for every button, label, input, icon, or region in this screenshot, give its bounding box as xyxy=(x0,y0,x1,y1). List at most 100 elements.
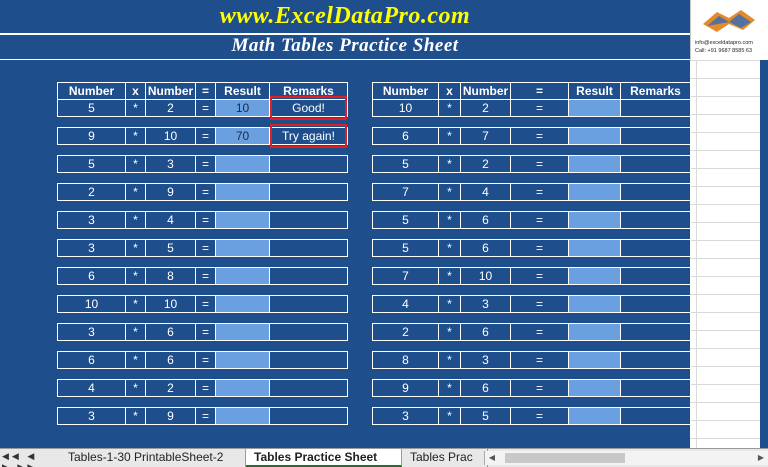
result-input-cell[interactable] xyxy=(215,183,270,201)
number-a-cell: 3 xyxy=(57,211,126,229)
spacer-cell xyxy=(57,340,348,352)
grid-line xyxy=(690,204,768,205)
equals-cell: = xyxy=(195,211,216,229)
number-b-cell: 6 xyxy=(145,323,196,341)
grid-line xyxy=(690,294,768,295)
spacer-cell xyxy=(372,144,691,156)
scroll-right-icon[interactable]: ▶ xyxy=(754,451,768,465)
table-row: 6 * 7 = xyxy=(372,127,691,145)
number-b-cell: 6 xyxy=(145,351,196,369)
logo: info@exceldatapro.com Call: +91 9687 858… xyxy=(690,0,768,60)
table-row: 2 * 6 = xyxy=(372,323,691,341)
result-input-cell[interactable] xyxy=(215,155,270,173)
result-input-cell[interactable] xyxy=(215,351,270,369)
result-input-cell[interactable] xyxy=(568,407,621,425)
number-b-cell: 6 xyxy=(460,211,511,229)
remark-cell xyxy=(620,155,691,173)
result-input-cell[interactable]: 10 xyxy=(215,99,270,117)
result-input-cell[interactable] xyxy=(568,211,621,229)
equals-cell: = xyxy=(195,127,216,145)
result-input-cell[interactable] xyxy=(215,239,270,257)
number-b-cell: 5 xyxy=(460,407,511,425)
row-spacer xyxy=(372,396,691,408)
result-input-cell[interactable] xyxy=(215,323,270,341)
result-input-cell[interactable] xyxy=(568,99,621,117)
table-row: 3 * 5 = xyxy=(57,239,348,257)
number-a-cell: 4 xyxy=(57,379,126,397)
spacer-cell xyxy=(372,368,691,380)
operator-cell: * xyxy=(438,155,461,173)
result-input-cell[interactable] xyxy=(568,127,621,145)
result-input-cell[interactable] xyxy=(568,323,621,341)
result-input-cell[interactable] xyxy=(568,183,621,201)
spacer-cell xyxy=(372,340,691,352)
sheet-navigation-arrows-icon[interactable]: ◀◀ ◀ ▶ ▶▶ xyxy=(2,451,48,467)
spacer-cell xyxy=(57,172,348,184)
remark-cell xyxy=(269,407,348,425)
spacer-cell xyxy=(57,284,348,296)
number-b-cell: 6 xyxy=(460,379,511,397)
equals-cell: = xyxy=(195,295,216,313)
col-number-1: Number xyxy=(372,82,439,100)
practice-table-right: Number x Number = Result Remarks 10 * 2 = 6 *… xyxy=(372,82,691,425)
grid-line xyxy=(690,114,768,115)
operator-cell: * xyxy=(438,183,461,201)
grid-line xyxy=(690,186,768,187)
table-row: 4 * 2 = xyxy=(57,379,348,397)
result-input-cell[interactable] xyxy=(568,155,621,173)
remark-cell xyxy=(269,239,348,257)
equals-cell: = xyxy=(510,183,569,201)
remark-cell xyxy=(620,211,691,229)
remark-cell xyxy=(620,323,691,341)
grid-line xyxy=(690,60,768,61)
result-input-cell[interactable] xyxy=(215,379,270,397)
result-input-cell[interactable] xyxy=(215,407,270,425)
table-row: 5 * 2 = 10 Good! xyxy=(57,96,348,120)
result-input-cell[interactable]: 70 xyxy=(215,127,270,145)
operator-cell: * xyxy=(438,323,461,341)
result-input-cell[interactable] xyxy=(568,239,621,257)
number-b-cell: 4 xyxy=(145,211,196,229)
col-x: x xyxy=(125,82,146,100)
remark-badge: Try again! xyxy=(270,124,347,148)
operator-cell: * xyxy=(125,323,146,341)
result-input-cell[interactable] xyxy=(568,379,621,397)
grid-line xyxy=(690,222,768,223)
operator-cell: * xyxy=(125,183,146,201)
number-b-cell: 6 xyxy=(460,239,511,257)
grid-line xyxy=(690,384,768,385)
row-spacer xyxy=(372,144,691,156)
col-number-1: Number xyxy=(57,82,126,100)
number-b-cell: 9 xyxy=(145,183,196,201)
practice-table-left: Number x Number = Result Remarks 5 * 2 = 10 G… xyxy=(57,82,348,425)
col-remarks: Remarks xyxy=(620,82,691,100)
result-input-cell[interactable] xyxy=(568,295,621,313)
result-input-cell[interactable] xyxy=(568,267,621,285)
number-b-cell: 2 xyxy=(145,99,196,117)
scrollbar-thumb[interactable] xyxy=(505,453,625,463)
row-spacer xyxy=(372,116,691,128)
result-input-cell[interactable] xyxy=(568,351,621,369)
site-title: www.ExcelDataPro.com xyxy=(219,3,471,29)
row-spacer xyxy=(57,172,348,184)
number-b-cell: 10 xyxy=(460,267,511,285)
number-a-cell: 7 xyxy=(372,267,439,285)
remark-cell xyxy=(269,155,348,173)
spacer-cell xyxy=(57,256,348,268)
equals-cell: = xyxy=(195,155,216,173)
handshake-logo-icon xyxy=(699,4,759,36)
scroll-left-icon[interactable]: ◀ xyxy=(485,451,499,465)
sheet-tab[interactable]: Tables Prac xyxy=(402,449,488,467)
equals-cell: = xyxy=(510,323,569,341)
number-b-cell: 3 xyxy=(460,295,511,313)
equals-cell: = xyxy=(510,351,569,369)
result-input-cell[interactable] xyxy=(215,267,270,285)
spreadsheet-grid-area xyxy=(690,60,768,448)
horizontal-scrollbar[interactable]: ◀ ▶ xyxy=(484,451,768,465)
result-input-cell[interactable] xyxy=(215,211,270,229)
number-a-cell: 2 xyxy=(372,323,439,341)
sheet-tab[interactable]: Tables-1-30 PrintableSheet-2 xyxy=(60,449,246,467)
table-row: 5 * 6 = xyxy=(372,211,691,229)
sheet-tab[interactable]: Tables Practice Sheet xyxy=(246,449,402,467)
result-input-cell[interactable] xyxy=(215,295,270,313)
